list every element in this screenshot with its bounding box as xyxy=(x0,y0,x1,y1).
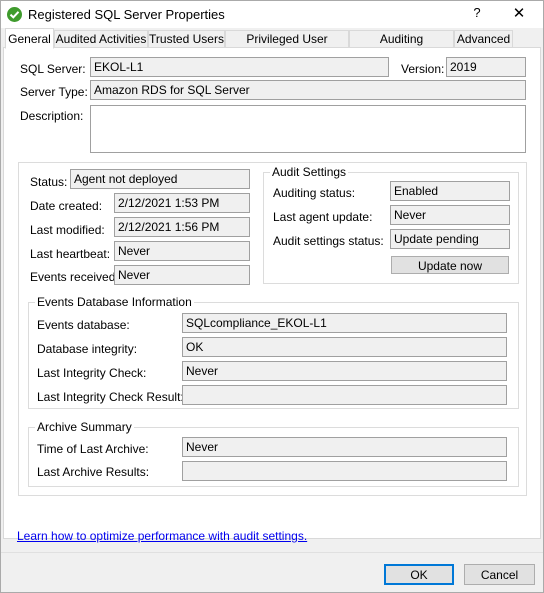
last-integrity-check-field: Never xyxy=(182,361,507,381)
events-received-label: Events received: xyxy=(30,270,119,284)
last-heartbeat-field: Never xyxy=(114,241,250,261)
status-field: Agent not deployed xyxy=(70,169,250,189)
last-archive-results-field xyxy=(182,461,507,481)
last-modified-label: Last modified: xyxy=(30,223,105,237)
last-archive-results-label: Last Archive Results: xyxy=(37,465,150,479)
audit-settings-status-label: Audit settings status: xyxy=(273,234,384,248)
auditing-status-field: Enabled xyxy=(390,181,510,201)
last-heartbeat-label: Last heartbeat: xyxy=(30,247,111,261)
help-button[interactable]: ? xyxy=(465,5,489,25)
last-integrity-check-label: Last Integrity Check: xyxy=(37,366,147,380)
tab-general[interactable]: General xyxy=(5,28,54,49)
cancel-button[interactable]: Cancel xyxy=(464,564,535,585)
description-field[interactable] xyxy=(90,105,526,153)
audit-settings-status-field: Update pending xyxy=(390,229,510,249)
ok-button[interactable]: OK xyxy=(384,564,454,585)
description-label: Description: xyxy=(20,109,84,123)
version-label: Version: xyxy=(401,62,445,76)
last-integrity-check-result-field xyxy=(182,385,507,405)
footer-divider xyxy=(1,552,543,553)
close-button[interactable]: ✕ xyxy=(507,4,531,26)
events-database-field: SQLcompliance_EKOL-L1 xyxy=(182,313,507,333)
status-label: Status: xyxy=(30,175,68,189)
optimize-performance-link[interactable]: Learn how to optimize performance with a… xyxy=(17,529,307,543)
events-received-field: Never xyxy=(114,265,250,285)
title-bar: Registered SQL Server Properties ? ✕ xyxy=(1,1,543,28)
server-type-field: Amazon RDS for SQL Server xyxy=(90,80,526,100)
tab-advanced[interactable]: Advanced xyxy=(454,30,513,48)
events-database-label: Events database: xyxy=(37,318,130,332)
audit-settings-title: Audit Settings xyxy=(270,165,349,179)
sql-server-field: EKOL-L1 xyxy=(90,57,389,77)
date-created-label: Date created: xyxy=(30,199,103,213)
last-agent-update-field: Never xyxy=(390,205,510,225)
tab-trusted-users[interactable]: Trusted Users xyxy=(148,30,225,48)
database-integrity-label: Database integrity: xyxy=(37,342,138,356)
window-title: Registered SQL Server Properties xyxy=(28,7,225,22)
time-of-last-archive-field: Never xyxy=(182,437,507,457)
auditing-status-label: Auditing status: xyxy=(273,186,356,200)
last-modified-field: 2/12/2021 1:56 PM xyxy=(114,217,250,237)
tab-auditing-thresholds[interactable]: Auditing Thresholds xyxy=(349,30,454,60)
general-tab-panel: SQL Server: EKOL-L1 Version: 2019 Server… xyxy=(3,47,541,539)
date-created-field: 2/12/2021 1:53 PM xyxy=(114,193,250,213)
tab-privileged-user-auditing[interactable]: Privileged User Auditing xyxy=(225,30,349,60)
last-agent-update-label: Last agent update: xyxy=(273,210,373,224)
last-integrity-check-result-label: Last Integrity Check Result: xyxy=(37,390,184,404)
time-of-last-archive-label: Time of Last Archive: xyxy=(37,442,149,456)
properties-dialog: Registered SQL Server Properties ? ✕ Gen… xyxy=(0,0,544,593)
sql-server-label: SQL Server: xyxy=(20,62,86,76)
update-now-button[interactable]: Update now xyxy=(391,256,509,274)
tab-strip: General Audited Activities Trusted Users… xyxy=(3,28,543,60)
events-database-title: Events Database Information xyxy=(35,295,194,309)
database-integrity-field: OK xyxy=(182,337,507,357)
archive-summary-title: Archive Summary xyxy=(35,420,134,434)
version-field: 2019 xyxy=(446,57,526,77)
server-type-label: Server Type: xyxy=(20,85,88,99)
tab-audited-activities[interactable]: Audited Activities xyxy=(54,30,148,48)
checkmark-app-icon xyxy=(7,7,22,22)
